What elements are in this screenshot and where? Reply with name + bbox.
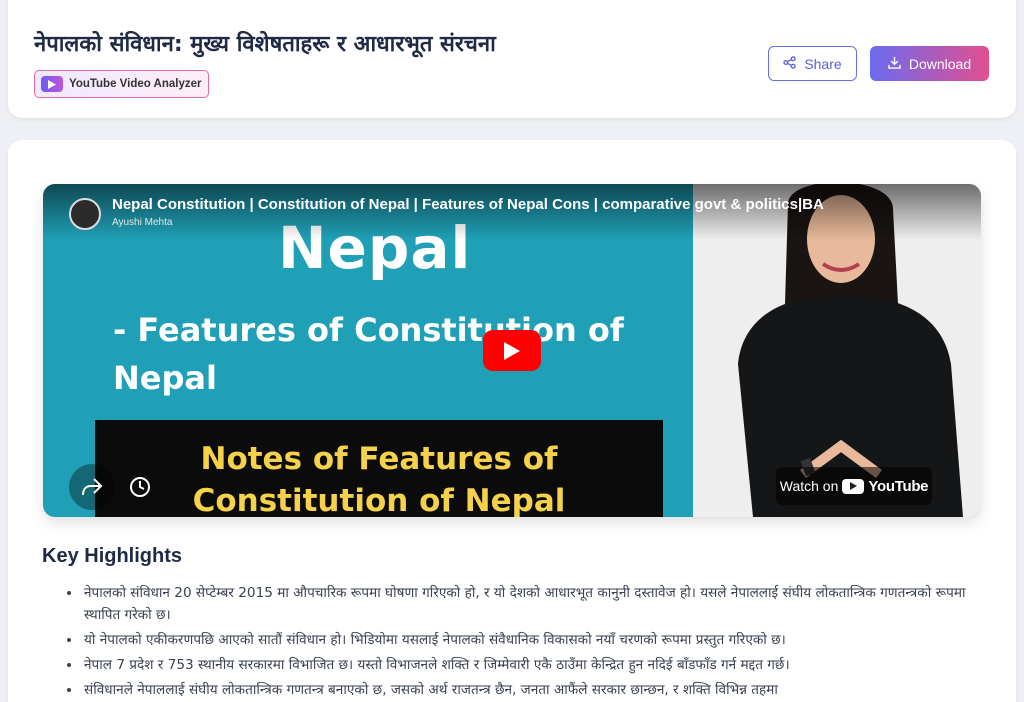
highlights-list: नेपालको संविधान 20 सेप्टेम्बर 2015 मा औप… [62,582,992,702]
download-button[interactable]: Download [870,46,989,81]
content-card: Nepal - Features of Constitution of Nepa… [8,140,1016,702]
slide-notes: Notes of Features of Constitution of Nep… [95,420,663,517]
channel-avatar[interactable] [69,198,101,230]
clock-icon [130,477,150,497]
analyzer-badge: YouTube Video Analyzer [34,70,209,98]
highlight-item: नेपाल 7 प्रदेश र 753 स्थानीय सरकारमा विभ… [82,654,992,676]
slide-bullet: - Features of Constitution of Nepal [113,311,624,397]
watch-on-youtube-button[interactable]: Watch on YouTube [776,467,932,505]
badge-label: YouTube Video Analyzer [69,78,202,90]
video-player[interactable]: Nepal - Features of Constitution of Nepa… [43,184,981,517]
page-header: नेपालको संविधान: मुख्य विशेषताहरू र आधार… [8,0,1016,118]
play-icon [41,76,63,92]
highlight-item: यो नेपालको एकीकरणपछि आएको सातौं संविधान … [82,629,992,651]
highlights-heading: Key Highlights [42,545,183,567]
download-icon [888,56,901,72]
play-icon [504,341,520,360]
highlight-item: संविधानले नेपाललाई संघीय लोकतान्त्रिक गण… [82,679,992,701]
share-icon [783,55,797,72]
play-button[interactable] [483,330,541,371]
page-title: नेपालको संविधान: मुख्य विशेषताहरू र आधार… [34,32,496,57]
download-label: Download [908,55,972,72]
share-button[interactable]: Share [768,46,857,81]
watch-on-label: Watch on [779,478,839,494]
watch-later-button[interactable] [117,464,163,510]
youtube-wordmark: YouTube [868,477,929,495]
highlight-item: नेपालको संविधान 20 सेप्टेम्बर 2015 मा औप… [82,582,992,626]
video-title[interactable]: Nepal Constitution | Constitution of Nep… [112,196,824,213]
channel-name: Ayushi Mehta [112,217,173,228]
share-arrow-icon [82,478,103,496]
video-share-button[interactable] [69,464,115,510]
youtube-logo-icon [842,478,865,494]
share-label: Share [804,55,842,72]
